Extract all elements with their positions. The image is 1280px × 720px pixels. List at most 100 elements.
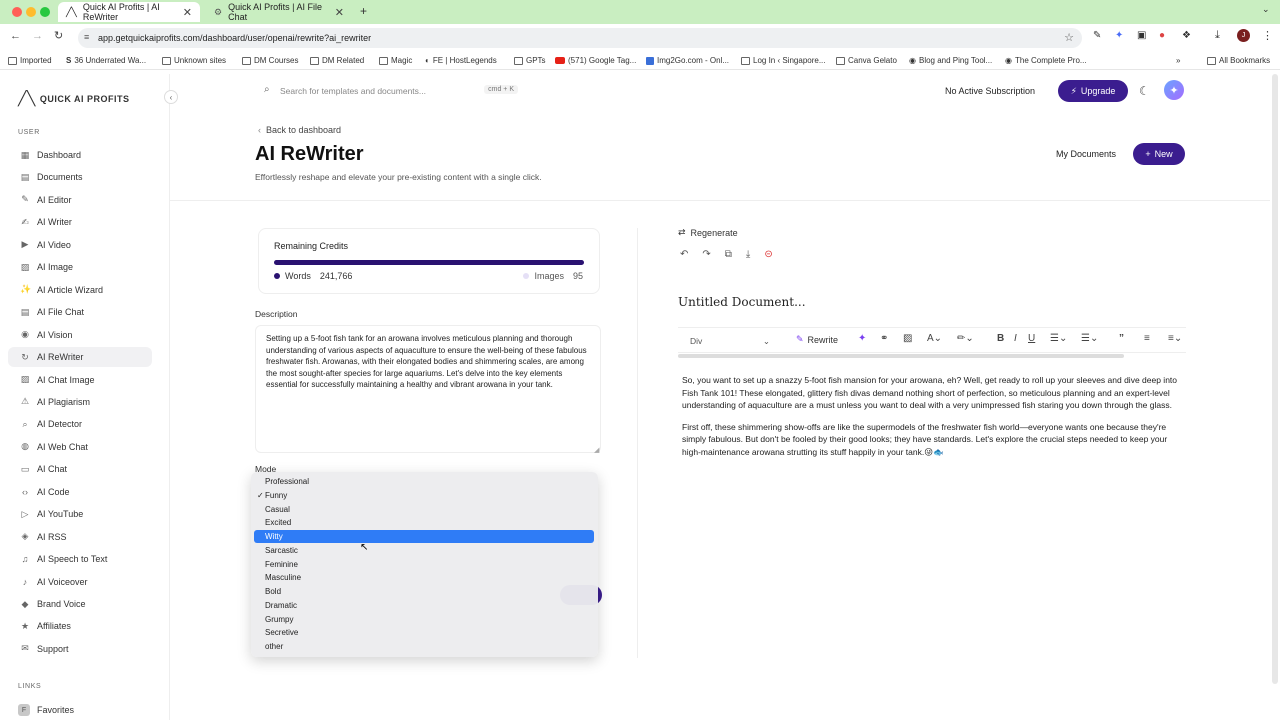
sidebar-item-ai-article-wizard[interactable]: ✨ AI Article Wizard <box>8 280 152 300</box>
quote-icon[interactable]: ” <box>1119 333 1124 344</box>
site-info-icon[interactable]: ≡ <box>84 32 89 42</box>
code-block-icon[interactable]: ≡ <box>1144 333 1150 344</box>
close-window-button[interactable] <box>12 7 22 17</box>
italic-icon[interactable]: I <box>1014 333 1017 344</box>
mode-option-masculine[interactable]: Masculine <box>254 571 594 584</box>
sidebar-item-ai-writer[interactable]: ✍ AI Writer <box>8 212 152 232</box>
sidebar-item-ai-detector[interactable]: ⌕ AI Detector <box>8 414 152 434</box>
search-input[interactable]: ⌕ Search for templates and documents... … <box>256 79 526 103</box>
extension-icon[interactable]: ✎ <box>1093 30 1101 41</box>
regenerate-button[interactable]: ⇄ Regenerate <box>678 227 738 238</box>
browser-tab-file-chat[interactable]: ⚙ Quick AI Profits | AI File Chat ✕ <box>206 2 352 22</box>
sidebar-item-documents[interactable]: ▤ Documents <box>8 167 152 187</box>
bookmark-item[interactable]: Img2Go.com - Onl... <box>646 56 729 65</box>
sidebar-item-ai-rss[interactable]: ◈ AI RSS <box>8 527 152 547</box>
new-tab-icon[interactable]: + <box>360 4 367 18</box>
sidebar-item-ai-web-chat[interactable]: ◍ AI Web Chat <box>8 437 152 457</box>
bookmarks-overflow-icon[interactable]: » <box>1176 56 1180 65</box>
bold-icon[interactable]: B <box>997 333 1004 344</box>
sidebar-item-ai-editor[interactable]: ✎ AI Editor <box>8 190 152 210</box>
highlight-icon[interactable]: ✏⌄ <box>957 333 974 344</box>
editor-content[interactable]: So, you want to set up a snazzy 5-foot f… <box>682 374 1182 467</box>
upgrade-button[interactable]: ⚡ Upgrade <box>1058 80 1128 102</box>
app-logo[interactable]: ╱╲ QUICK AI PROFITS <box>18 90 130 107</box>
description-textarea[interactable]: Setting up a 5-foot fish tank for an aro… <box>255 325 601 453</box>
block-type-select[interactable]: Div ⌄ <box>682 333 774 349</box>
ai-assistant-button[interactable]: ✦ <box>1164 80 1184 100</box>
maximize-window-button[interactable] <box>40 7 50 17</box>
bookmark-item[interactable]: GPTs <box>514 56 546 65</box>
rewrite-button[interactable]: ✎ Rewrite <box>796 334 838 345</box>
sidebar-item-support[interactable]: ✉ Support <box>8 639 152 659</box>
sidebar-item-ai-code[interactable]: ‹› AI Code <box>8 482 152 502</box>
mode-option-professional[interactable]: Professional <box>254 475 594 488</box>
bookmark-item[interactable]: Log In ‹ Singapore... <box>741 56 826 65</box>
reload-icon[interactable]: ↻ <box>54 29 63 42</box>
profile-avatar[interactable]: J <box>1237 29 1250 42</box>
bookmark-item[interactable]: Canva Gelato <box>836 56 897 65</box>
sidebar-item-dashboard[interactable]: ▦ Dashboard <box>8 145 152 165</box>
mode-option-other[interactable]: other <box>254 640 594 653</box>
page-scrollbar[interactable] <box>1272 74 1278 684</box>
mode-option-feminine[interactable]: Feminine <box>254 558 594 571</box>
address-bar[interactable]: ≡ app.getquickaiprofits.com/dashboard/us… <box>78 28 1082 48</box>
browser-tab-rewriter[interactable]: ╱╲ Quick AI Profits | AI ReWriter ✕ <box>58 2 200 22</box>
link-icon[interactable]: ⚭ <box>880 333 888 344</box>
bookmark-item[interactable]: Unknown sites <box>162 56 226 65</box>
mode-option-grumpy[interactable]: Grumpy <box>254 613 594 626</box>
sidebar-item-ai-speech-to-text[interactable]: ♫ AI Speech to Text <box>8 549 152 569</box>
mode-option-funny[interactable]: ✓ Funny <box>254 489 594 502</box>
extension-icon[interactable]: ✦ <box>1115 30 1123 41</box>
sidebar-item-ai-chat-image[interactable]: ▨ AI Chat Image <box>8 370 152 390</box>
collapse-sidebar-button[interactable]: ‹ <box>164 90 178 104</box>
mode-option-sarcastic[interactable]: Sarcastic <box>254 544 594 557</box>
bookmark-item[interactable]: Imported <box>8 56 52 65</box>
bookmark-item[interactable]: S 36 Underrated Wa... <box>66 56 146 65</box>
mode-option-secretive[interactable]: Secretive <box>254 626 594 639</box>
mode-option-bold[interactable]: Bold <box>254 585 594 598</box>
sidebar-item-ai-chat[interactable]: ▭ AI Chat <box>8 459 152 479</box>
bookmark-item[interactable]: DM Courses <box>242 56 298 65</box>
mode-option-casual[interactable]: Casual <box>254 503 594 516</box>
image-icon[interactable]: ▨ <box>903 333 912 344</box>
close-tab-icon[interactable]: ✕ <box>335 6 344 19</box>
extension-icon[interactable]: ▣ <box>1137 30 1146 41</box>
sidebar-item-ai-image[interactable]: ▨ AI Image <box>8 257 152 277</box>
sidebar-item-ai-video[interactable]: ▶ AI Video <box>8 235 152 255</box>
tab-menu-icon[interactable]: ⌄ <box>1262 4 1270 15</box>
sidebar-item-ai-voiceover[interactable]: ♪ AI Voiceover <box>8 572 152 592</box>
numbered-list-icon[interactable]: ☰⌄ <box>1081 333 1098 344</box>
bookmark-item[interactable]: Magic <box>379 56 412 65</box>
download-icon[interactable]: ⤓ <box>746 249 750 260</box>
browser-menu-icon[interactable]: ⋮ <box>1262 29 1273 42</box>
mode-option-dramatic[interactable]: Dramatic <box>254 599 594 612</box>
ai-sparkle-icon[interactable]: ✦ <box>858 333 866 344</box>
mode-option-witty[interactable]: Witty <box>254 530 594 543</box>
my-documents-button[interactable]: My Documents <box>1050 144 1122 164</box>
underline-icon[interactable]: U <box>1028 333 1035 344</box>
copy-icon[interactable]: ⧉ <box>725 249 732 260</box>
sidebar-item-ai-plagiarism[interactable]: ⚠ AI Plagiarism <box>8 392 152 412</box>
back-icon[interactable]: ← <box>10 30 21 42</box>
toolbar-scrollbar[interactable] <box>678 354 1124 358</box>
new-document-button[interactable]: + New <box>1133 143 1185 165</box>
bookmark-item[interactable]: ◉ Blog and Ping Tool... <box>909 56 992 65</box>
sidebar-item-ai-vision[interactable]: ◉ AI Vision <box>8 325 152 345</box>
back-to-dashboard-link[interactable]: ‹ Back to dashboard <box>258 125 341 135</box>
sidebar-item-brand-voice[interactable]: ◆ Brand Voice <box>8 594 152 614</box>
bookmark-item[interactable]: DM Related <box>310 56 364 65</box>
resize-handle-icon[interactable]: ◢ <box>594 446 599 454</box>
bookmark-item[interactable]: (571) Google Tag... <box>555 56 636 65</box>
text-color-icon[interactable]: A⌄ <box>927 333 942 344</box>
minimize-window-button[interactable] <box>26 7 36 17</box>
extension-icon[interactable]: ● <box>1159 30 1165 41</box>
bookmark-item[interactable]: All Bookmarks <box>1207 56 1270 65</box>
close-tab-icon[interactable]: ✕ <box>183 6 192 19</box>
document-title[interactable]: Untitled Document... <box>678 295 806 309</box>
sidebar-item-ai-rewriter[interactable]: ↻ AI ReWriter <box>8 347 152 368</box>
sidebar-item-ai-file-chat[interactable]: ▤ AI File Chat <box>8 302 152 322</box>
bookmark-item[interactable]: ◉ The Complete Pro... <box>1005 56 1087 65</box>
forward-icon[interactable]: → <box>32 30 43 42</box>
dark-mode-toggle-icon[interactable]: ☾ <box>1139 84 1150 98</box>
redo-icon[interactable]: ↷ <box>702 249 710 260</box>
